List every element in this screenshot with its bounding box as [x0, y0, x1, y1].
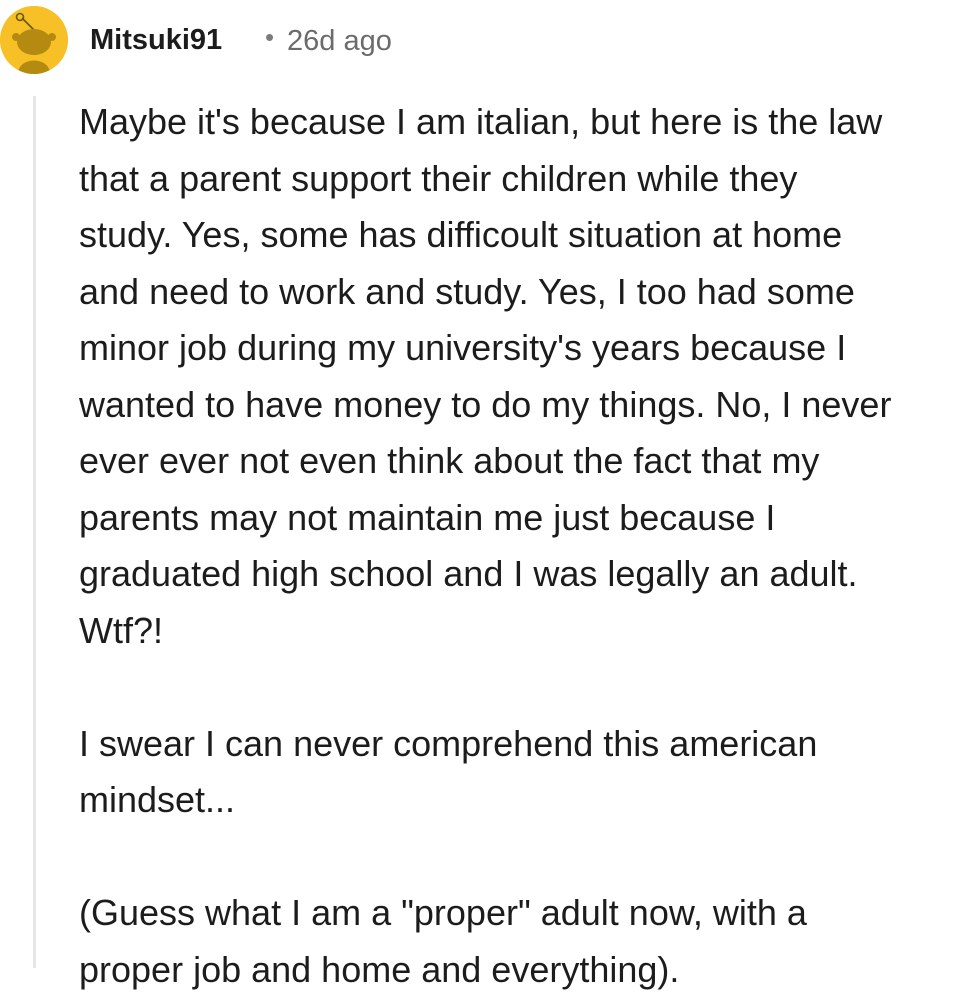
- comment-timestamp: 26d ago: [287, 25, 392, 57]
- comment-paragraph: I swear I can never comprehend this amer…: [79, 722, 818, 821]
- avatar[interactable]: [0, 6, 68, 74]
- comment-paragraph: (Guess what I am a "proper" adult now, w…: [79, 892, 807, 990]
- comment-paragraph: Maybe it's because I am italian, but her…: [79, 101, 892, 651]
- separator-dot: •: [265, 22, 275, 52]
- thread-line[interactable]: [33, 96, 36, 968]
- comment-body: Maybe it's because I am italian, but her…: [79, 94, 974, 998]
- reddit-snoo-avatar-icon: [0, 6, 68, 74]
- comment: Mitsuki91 • 26d ago Maybe it's because I…: [0, 0, 974, 990]
- author-username[interactable]: Mitsuki91: [90, 24, 222, 57]
